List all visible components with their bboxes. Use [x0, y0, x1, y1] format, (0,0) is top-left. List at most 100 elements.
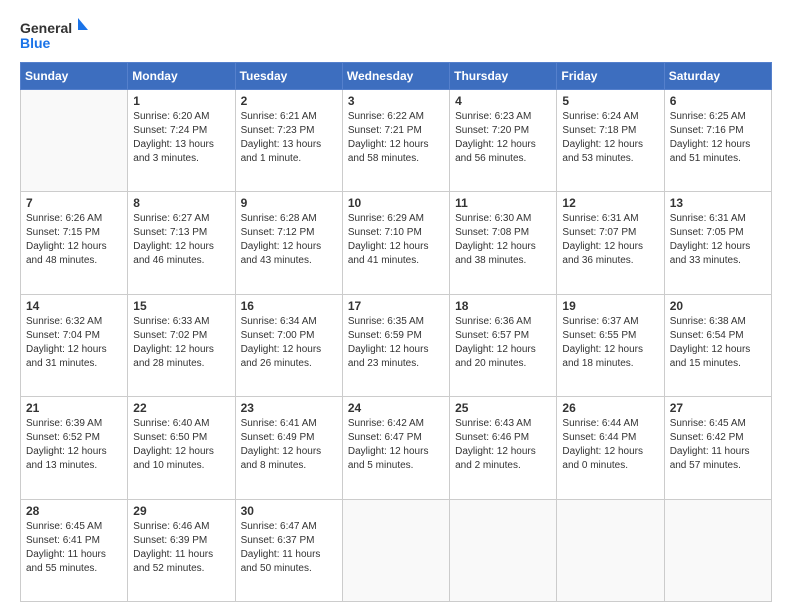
day-number: 8 [133, 196, 229, 210]
day-info: Sunrise: 6:28 AM Sunset: 7:12 PM Dayligh… [241, 212, 337, 268]
weekday-header: Friday [557, 63, 664, 90]
day-info: Sunrise: 6:31 AM Sunset: 7:07 PM Dayligh… [562, 212, 658, 268]
day-number: 23 [241, 401, 337, 415]
day-info: Sunrise: 6:37 AM Sunset: 6:55 PM Dayligh… [562, 315, 658, 371]
logo: GeneralBlue [20, 18, 90, 52]
calendar-cell: 6 Sunrise: 6:25 AM Sunset: 7:16 PM Daylig… [664, 90, 771, 192]
calendar-cell: 4Sunrise: 6:23 AM Sunset: 7:20 PM Daylig… [450, 90, 557, 192]
calendar-cell: 1 Sunrise: 6:20 AM Sunset: 7:24 PM Daylig… [128, 90, 235, 192]
calendar-cell: 22 Sunrise: 6:40 AM Sunset: 6:50 PM Dayli… [128, 397, 235, 499]
day-info: Sunrise: 6:25 AM Sunset: 7:16 PM Dayligh… [670, 110, 766, 166]
calendar-week-row: 7 Sunrise: 6:26 AM Sunset: 7:15 PM Daylig… [21, 192, 772, 294]
day-number: 17 [348, 299, 444, 313]
day-number: 13 [670, 196, 766, 210]
day-info: Sunrise: 6:43 AM Sunset: 6:46 PM Dayligh… [455, 417, 551, 473]
logo-svg: GeneralBlue [20, 18, 90, 52]
day-info: Sunrise: 6:46 AM Sunset: 6:39 PM Dayligh… [133, 520, 229, 576]
day-info: Sunrise: 6:36 AM Sunset: 6:57 PM Dayligh… [455, 315, 551, 371]
calendar-cell: 7 Sunrise: 6:26 AM Sunset: 7:15 PM Daylig… [21, 192, 128, 294]
day-number: 19 [562, 299, 658, 313]
calendar-cell: 11Sunrise: 6:30 AM Sunset: 7:08 PM Dayli… [450, 192, 557, 294]
calendar-week-row: 1 Sunrise: 6:20 AM Sunset: 7:24 PM Daylig… [21, 90, 772, 192]
day-info: Sunrise: 6:21 AM Sunset: 7:23 PM Dayligh… [241, 110, 337, 166]
day-number: 15 [133, 299, 229, 313]
weekday-header: Thursday [450, 63, 557, 90]
calendar-cell [450, 499, 557, 601]
calendar-cell: 26 Sunrise: 6:44 AM Sunset: 6:44 PM Dayli… [557, 397, 664, 499]
weekday-header: Saturday [664, 63, 771, 90]
day-info: Sunrise: 6:39 AM Sunset: 6:52 PM Dayligh… [26, 417, 122, 473]
calendar-cell: 28Sunrise: 6:45 AM Sunset: 6:41 PM Dayli… [21, 499, 128, 601]
calendar-cell: 13 Sunrise: 6:31 AM Sunset: 7:05 PM Dayli… [664, 192, 771, 294]
day-number: 7 [26, 196, 122, 210]
day-number: 26 [562, 401, 658, 415]
day-info: Sunrise: 6:41 AM Sunset: 6:49 PM Dayligh… [241, 417, 337, 473]
calendar-cell: 21Sunrise: 6:39 AM Sunset: 6:52 PM Dayli… [21, 397, 128, 499]
calendar-cell: 18 Sunrise: 6:36 AM Sunset: 6:57 PM Dayli… [450, 294, 557, 396]
day-number: 30 [241, 504, 337, 518]
svg-text:Blue: Blue [20, 35, 51, 51]
calendar-cell: 15 Sunrise: 6:33 AM Sunset: 7:02 PM Dayli… [128, 294, 235, 396]
calendar-cell: 30Sunrise: 6:47 AM Sunset: 6:37 PM Dayli… [235, 499, 342, 601]
day-number: 14 [26, 299, 122, 313]
day-number: 5 [562, 94, 658, 108]
day-number: 1 [133, 94, 229, 108]
calendar-cell: 29 Sunrise: 6:46 AM Sunset: 6:39 PM Dayli… [128, 499, 235, 601]
day-info: Sunrise: 6:33 AM Sunset: 7:02 PM Dayligh… [133, 315, 229, 371]
day-info: Sunrise: 6:45 AM Sunset: 6:42 PM Dayligh… [670, 417, 766, 473]
calendar-cell: 8Sunrise: 6:27 AM Sunset: 7:13 PM Daylig… [128, 192, 235, 294]
calendar-cell [342, 499, 449, 601]
day-number: 2 [241, 94, 337, 108]
day-number: 20 [670, 299, 766, 313]
calendar-cell: 25 Sunrise: 6:43 AM Sunset: 6:46 PM Dayli… [450, 397, 557, 499]
day-info: Sunrise: 6:20 AM Sunset: 7:24 PM Dayligh… [133, 110, 229, 166]
calendar-week-row: 14 Sunrise: 6:32 AM Sunset: 7:04 PM Dayli… [21, 294, 772, 396]
page: GeneralBlue SundayMondayTuesdayWednesday… [0, 0, 792, 612]
day-number: 3 [348, 94, 444, 108]
calendar-table: SundayMondayTuesdayWednesdayThursdayFrid… [20, 62, 772, 602]
calendar-cell: 16Sunrise: 6:34 AM Sunset: 7:00 PM Dayli… [235, 294, 342, 396]
day-info: Sunrise: 6:30 AM Sunset: 7:08 PM Dayligh… [455, 212, 551, 268]
calendar-cell: 19 Sunrise: 6:37 AM Sunset: 6:55 PM Dayli… [557, 294, 664, 396]
weekday-header: Sunday [21, 63, 128, 90]
calendar-cell: 24 Sunrise: 6:42 AM Sunset: 6:47 PM Dayli… [342, 397, 449, 499]
weekday-header: Wednesday [342, 63, 449, 90]
svg-text:General: General [20, 20, 72, 36]
day-info: Sunrise: 6:42 AM Sunset: 6:47 PM Dayligh… [348, 417, 444, 473]
calendar-cell: 12 Sunrise: 6:31 AM Sunset: 7:07 PM Dayli… [557, 192, 664, 294]
day-number: 24 [348, 401, 444, 415]
day-info: Sunrise: 6:44 AM Sunset: 6:44 PM Dayligh… [562, 417, 658, 473]
day-number: 25 [455, 401, 551, 415]
calendar-cell: 20Sunrise: 6:38 AM Sunset: 6:54 PM Dayli… [664, 294, 771, 396]
day-info: Sunrise: 6:31 AM Sunset: 7:05 PM Dayligh… [670, 212, 766, 268]
day-info: Sunrise: 6:35 AM Sunset: 6:59 PM Dayligh… [348, 315, 444, 371]
day-number: 12 [562, 196, 658, 210]
calendar-cell: 5 Sunrise: 6:24 AM Sunset: 7:18 PM Daylig… [557, 90, 664, 192]
weekday-header: Tuesday [235, 63, 342, 90]
day-number: 28 [26, 504, 122, 518]
day-number: 18 [455, 299, 551, 313]
day-number: 6 [670, 94, 766, 108]
calendar-cell [557, 499, 664, 601]
calendar-header-row: SundayMondayTuesdayWednesdayThursdayFrid… [21, 63, 772, 90]
day-info: Sunrise: 6:22 AM Sunset: 7:21 PM Dayligh… [348, 110, 444, 166]
day-number: 22 [133, 401, 229, 415]
calendar-cell [21, 90, 128, 192]
day-number: 27 [670, 401, 766, 415]
day-info: Sunrise: 6:24 AM Sunset: 7:18 PM Dayligh… [562, 110, 658, 166]
day-info: Sunrise: 6:29 AM Sunset: 7:10 PM Dayligh… [348, 212, 444, 268]
calendar-cell: 23 Sunrise: 6:41 AM Sunset: 6:49 PM Dayli… [235, 397, 342, 499]
day-info: Sunrise: 6:32 AM Sunset: 7:04 PM Dayligh… [26, 315, 122, 371]
calendar-cell: 3 Sunrise: 6:22 AM Sunset: 7:21 PM Daylig… [342, 90, 449, 192]
day-number: 29 [133, 504, 229, 518]
day-info: Sunrise: 6:23 AM Sunset: 7:20 PM Dayligh… [455, 110, 551, 166]
calendar-cell: 10Sunrise: 6:29 AM Sunset: 7:10 PM Dayli… [342, 192, 449, 294]
calendar-cell: 17 Sunrise: 6:35 AM Sunset: 6:59 PM Dayli… [342, 294, 449, 396]
calendar-cell [664, 499, 771, 601]
day-info: Sunrise: 6:26 AM Sunset: 7:15 PM Dayligh… [26, 212, 122, 268]
weekday-header: Monday [128, 63, 235, 90]
day-info: Sunrise: 6:34 AM Sunset: 7:00 PM Dayligh… [241, 315, 337, 371]
header: GeneralBlue [20, 18, 772, 52]
calendar-cell: 27 Sunrise: 6:45 AM Sunset: 6:42 PM Dayli… [664, 397, 771, 499]
day-info: Sunrise: 6:40 AM Sunset: 6:50 PM Dayligh… [133, 417, 229, 473]
